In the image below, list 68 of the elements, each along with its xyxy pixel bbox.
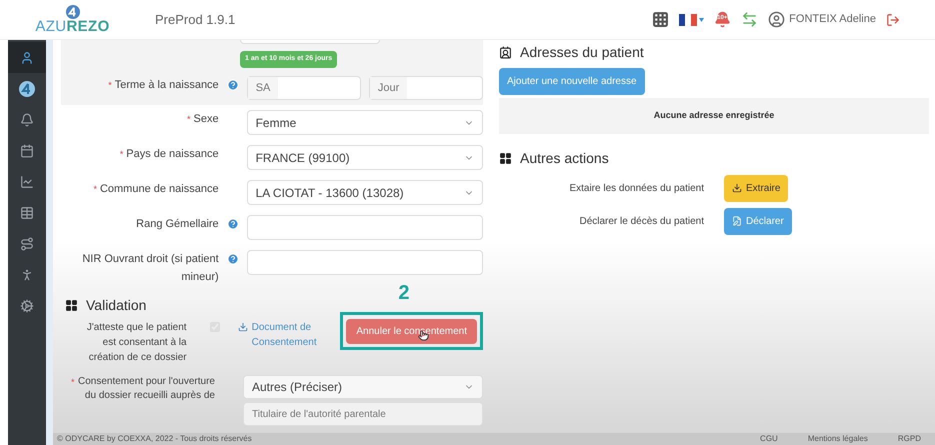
user-icon <box>20 50 34 64</box>
chart-icon <box>20 174 34 188</box>
address-book-icon <box>499 46 512 59</box>
calendar-icon <box>20 144 34 158</box>
field-label: Terme à la naissance <box>114 78 219 93</box>
field-label: NIR Ouvrant droit (si patient mineur) <box>81 252 219 285</box>
select-field[interactable]: LA CIOTAT - 13600 (13028) <box>246 180 483 205</box>
avatar-icon <box>768 11 786 28</box>
footer-link[interactable]: CGU <box>760 433 778 444</box>
add-address-button[interactable]: Ajouter une nouvelle adresse <box>499 68 645 95</box>
logout-icon[interactable] <box>886 12 900 26</box>
section-title: Adresses du patient <box>520 43 644 62</box>
footer-link[interactable]: RGPD <box>898 433 921 444</box>
apps-grid-icon[interactable] <box>652 11 670 28</box>
required-marker: * <box>108 79 112 92</box>
action-label: Déclarer le décès du patient <box>578 214 704 228</box>
empty-addresses-message: Aucune adresse enregistrée <box>499 98 929 134</box>
select-field[interactable]: Femme <box>246 110 483 135</box>
required-marker: * <box>93 183 97 196</box>
weeks-field[interactable]: SA <box>246 76 361 100</box>
help-icon[interactable] <box>226 218 239 230</box>
field-label: Rang Gémellaire <box>136 217 219 232</box>
input-field[interactable]: Titulaire de l'autorité parentale <box>243 402 483 426</box>
table-icon <box>20 206 34 220</box>
app-logo: AZUREZO <box>35 18 110 34</box>
document-link[interactable]: Document de Consentement <box>252 320 322 350</box>
footer-link[interactable]: Mentions légales <box>808 433 868 444</box>
grid-icon <box>65 299 78 312</box>
logo-icon <box>66 4 80 18</box>
action-label: Extaire les données du patient <box>568 182 704 196</box>
select-field[interactable]: FRANCE (99100) <box>246 145 483 170</box>
person-icon <box>20 268 34 282</box>
step-annotation: 2 <box>398 281 410 306</box>
field-label: Pays de naissance <box>126 147 219 162</box>
attest-label: J'atteste que le patient est consentant à la création de ce dossier <box>86 321 187 365</box>
field-label: Commune de naissance <box>100 182 219 197</box>
logo-icon <box>19 80 35 96</box>
cancel-consent-button[interactable]: Annuler le consentement <box>346 319 477 344</box>
extract-button[interactable]: Extraire <box>724 174 788 202</box>
user-menu[interactable]: FONTEIX Adeline <box>768 11 876 28</box>
required-marker: * <box>186 113 190 126</box>
select-field[interactable]: Autres (Préciser) <box>243 375 483 399</box>
section-title: Autres actions <box>520 148 609 168</box>
language-menu[interactable] <box>679 14 704 26</box>
input-field[interactable] <box>246 250 483 275</box>
download-icon <box>732 183 742 193</box>
required-marker: * <box>71 376 75 389</box>
required-marker: * <box>120 148 124 161</box>
bell-icon <box>20 112 34 126</box>
input-field[interactable] <box>246 215 483 240</box>
caret-icon <box>699 18 704 22</box>
route-icon <box>20 236 34 250</box>
sidebar-item[interactable] <box>8 42 46 73</box>
field-label: Sexe <box>194 112 219 127</box>
declare-button[interactable]: Déclarer <box>724 208 792 234</box>
bell-icon <box>714 11 732 28</box>
field-label: Consentement pour l'ouverture du dossier recueilli auprès de <box>78 375 215 403</box>
help-icon[interactable] <box>226 79 239 91</box>
grid-icon <box>499 152 512 164</box>
environment-label: PreProd 1.9.1 <box>155 10 236 29</box>
help-icon[interactable] <box>226 253 239 265</box>
download-icon <box>238 322 248 332</box>
section-title: Validation <box>86 296 146 315</box>
flag-icon <box>679 14 698 26</box>
document-edit-icon <box>732 216 742 226</box>
days-field[interactable]: Jour <box>368 76 483 100</box>
copyright-text: © ODYCARE by COEXXA, 2022 - Tous droits réservés <box>57 433 252 444</box>
gear-icon <box>20 298 34 312</box>
